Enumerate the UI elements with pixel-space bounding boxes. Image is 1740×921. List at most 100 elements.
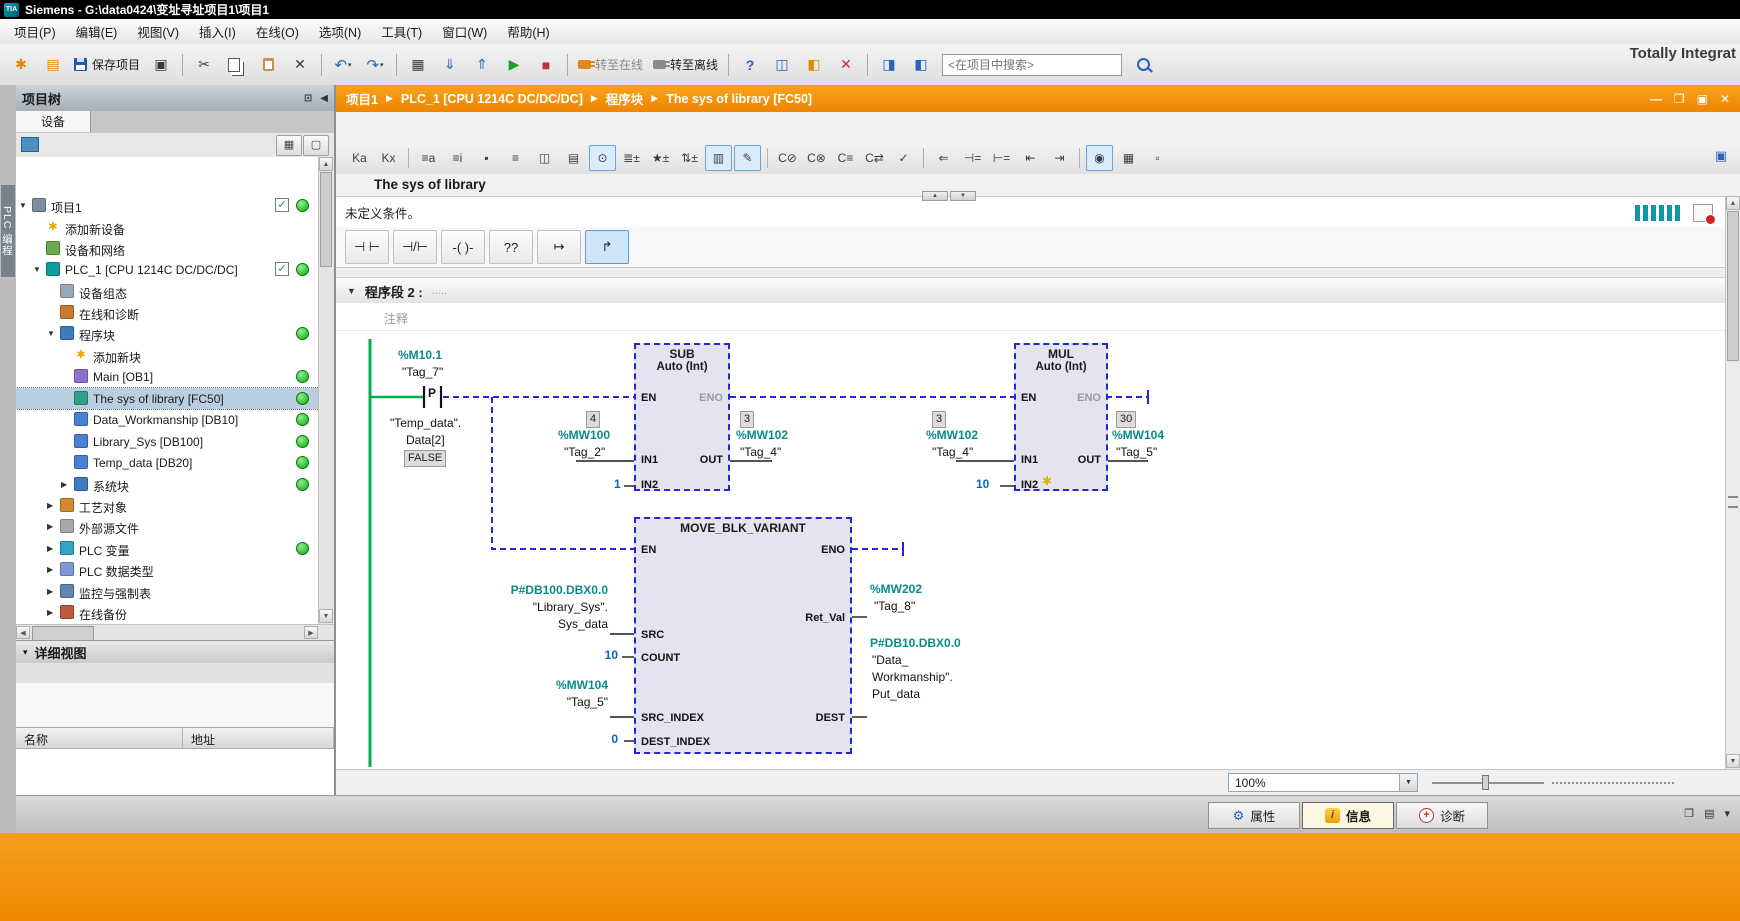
operand-name[interactable]: "Tag_2" — [564, 445, 605, 459]
operand-address[interactable]: %MW104 — [1112, 428, 1164, 442]
condition-status-icon[interactable] — [1693, 204, 1713, 222]
search-input[interactable] — [942, 54, 1122, 76]
monitor-toggle-icon[interactable]: ◉ — [1086, 145, 1113, 171]
monitor-value[interactable]: 3 — [932, 411, 946, 428]
dock-icon[interactable]: ▣ — [1697, 92, 1708, 106]
empty-box-icon[interactable]: ▥ — [705, 145, 732, 171]
pin-out[interactable]: OUT — [1078, 454, 1101, 466]
lock-icon[interactable]: ▪ — [473, 145, 500, 171]
operand-name[interactable]: "Tag_4" — [932, 445, 973, 459]
menu-online[interactable]: 在线(O) — [246, 19, 309, 44]
collapse-panel-icon[interactable]: ◀ — [320, 93, 328, 104]
window-split-icon[interactable]: ◫ — [767, 51, 797, 78]
go-online-button[interactable]: 转至在线 — [574, 51, 647, 78]
expander-icon[interactable]: ▼ — [47, 329, 55, 338]
pin-dest[interactable]: DEST — [816, 712, 845, 724]
window-dock-icon[interactable]: ◧ — [799, 51, 829, 78]
breadcrumb-block[interactable]: The sys of library [FC50] — [666, 92, 812, 106]
insert-network-icon[interactable]: ≣± — [618, 145, 645, 171]
tree-item-fc50-selected[interactable]: The sys of library [FC50] — [16, 388, 319, 409]
splitter-down-icon[interactable]: ▼ — [950, 191, 976, 201]
tree-item-technology[interactable]: ▶ 工艺对象 — [16, 495, 319, 516]
constant-value[interactable]: 1 — [614, 477, 621, 491]
expander-icon[interactable]: ▶ — [47, 501, 53, 510]
tree-item-db20[interactable]: Temp_data [DB20] — [16, 452, 319, 473]
tree-item-db100[interactable]: Library_Sys [DB100] — [16, 431, 319, 452]
tree-item-project[interactable]: ▼ 项目1 ✓ — [16, 195, 319, 216]
operand-name[interactable]: "Tag_5" — [1116, 445, 1157, 459]
tree-item-add-block[interactable]: ✱ 添加新块 — [16, 345, 319, 366]
minimize-icon[interactable]: — — [1650, 92, 1662, 106]
scrollbar-thumb[interactable] — [32, 626, 94, 641]
constant-value[interactable]: 10 — [578, 648, 618, 662]
tree-item-devices-networks[interactable]: 设备和网络 — [16, 238, 319, 259]
go-offline-button[interactable]: 转至离线 — [649, 51, 722, 78]
expander-icon[interactable]: ▶ — [47, 565, 53, 574]
menu-options[interactable]: 选项(N) — [309, 19, 371, 44]
tree-item-plc1[interactable]: ▼ PLC_1 [CPU 1214C DC/DC/DC] ✓ — [16, 259, 319, 280]
tab-devices[interactable]: 设备 — [16, 111, 91, 132]
menu-edit[interactable]: 编辑(E) — [66, 19, 128, 44]
help-icon[interactable]: ? — [735, 51, 765, 78]
monitor-value[interactable]: 30 — [1116, 411, 1136, 428]
scroll-left-icon[interactable]: ◀ — [16, 626, 30, 639]
open-branch-icon[interactable]: ↦ — [537, 230, 581, 264]
new-project-icon[interactable]: ✱ — [6, 51, 36, 78]
scrollbar-thumb[interactable] — [320, 172, 332, 267]
redo-button[interactable]: ↷▾ — [360, 51, 390, 78]
tree-item-db10[interactable]: Data_Workmanship [DB10] — [16, 409, 319, 430]
negated-contact-icon[interactable]: ⊣/⊢ — [393, 230, 437, 264]
panel-menu-icon[interactable]: ▤ — [1704, 807, 1714, 820]
operand-name[interactable]: Sys_data — [476, 617, 608, 631]
tree-item-external-sources[interactable]: ▶ 外部源文件 — [16, 516, 319, 537]
cut-icon[interactable]: ✂ — [189, 51, 219, 78]
download-to-device-icon[interactable]: ⇓ — [435, 51, 465, 78]
pin-en[interactable]: EN — [1021, 392, 1036, 404]
tree-item-plc-tags[interactable]: ▶ PLC 变量 — [16, 538, 319, 559]
operand-table-icon[interactable]: ≡a — [415, 145, 442, 171]
constant-value[interactable]: 0 — [578, 732, 618, 746]
stop-cpu-icon[interactable]: ■ — [531, 51, 561, 78]
pin-in1[interactable]: IN1 — [641, 454, 658, 466]
comment-toggle-icon[interactable]: ⊙ — [589, 145, 616, 171]
tab-diagnostics[interactable]: + 诊断 — [1396, 802, 1488, 829]
close-editor-icon[interactable]: ✕ — [831, 51, 861, 78]
tree-item-add-device[interactable]: ✱ 添加新设备 — [16, 217, 319, 238]
print-icon[interactable]: ▣ — [146, 51, 176, 78]
column-address[interactable]: 地址 — [183, 728, 334, 748]
network-expander-icon[interactable]: ▼ — [347, 286, 356, 296]
pin-en[interactable]: EN — [641, 392, 656, 404]
menu-help[interactable]: 帮助(H) — [497, 19, 559, 44]
operand-name[interactable]: "Library_Sys". — [476, 600, 608, 614]
operand-name[interactable]: Workmanship". — [872, 670, 953, 684]
pin-count[interactable]: COUNT — [641, 652, 680, 664]
breadcrumb-project[interactable]: 项目1 — [346, 89, 378, 108]
scroll-right-icon[interactable]: ▶ — [304, 626, 318, 639]
checkbox-icon[interactable]: ✓ — [275, 198, 289, 212]
network-comment[interactable]: 注释 — [336, 303, 1725, 331]
expander-icon[interactable]: ▼ — [33, 265, 41, 274]
consistency-check-icon[interactable]: ✓ — [890, 145, 917, 171]
pin-src-index[interactable]: SRC_INDEX — [641, 712, 704, 724]
symbolic-operands-icon[interactable]: Kx — [375, 145, 402, 171]
operand-address[interactable]: %M10.1 — [398, 348, 442, 362]
menu-view[interactable]: 视图(V) — [127, 19, 189, 44]
breadcrumb-plc[interactable]: PLC_1 [CPU 1214C DC/DC/DC] — [401, 92, 583, 106]
pin-out[interactable]: OUT — [700, 454, 723, 466]
monitor-value[interactable]: 4 — [586, 411, 600, 428]
pin-eno[interactable]: ENO — [1077, 392, 1101, 404]
mul-block[interactable]: MUL Auto (Int) EN ENO IN1 IN2 OUT — [1014, 343, 1108, 491]
scroll-down-icon[interactable]: ▼ — [1726, 754, 1740, 768]
tree-item-online-backups[interactable]: ▶ 在线备份 — [16, 602, 319, 623]
column-name[interactable]: 名称 — [16, 728, 183, 748]
network-header[interactable]: ▼ 程序段 2 : ..... — [336, 277, 1725, 305]
operand-address[interactable]: %MW102 — [926, 428, 978, 442]
operand-address[interactable]: %MW102 — [736, 428, 788, 442]
call-structure-icon[interactable]: C≡ — [832, 145, 859, 171]
menu-tools[interactable]: 工具(T) — [371, 19, 432, 44]
scroll-up-icon[interactable]: ▲ — [1726, 196, 1740, 210]
tree-item-program-blocks[interactable]: ▼ 程序块 — [16, 323, 319, 344]
pin-in2[interactable]: IN2 — [1021, 479, 1038, 491]
restore-panel-icon[interactable]: ❐ — [1684, 807, 1694, 820]
cross-reference-icon[interactable]: C⇄ — [861, 145, 888, 171]
